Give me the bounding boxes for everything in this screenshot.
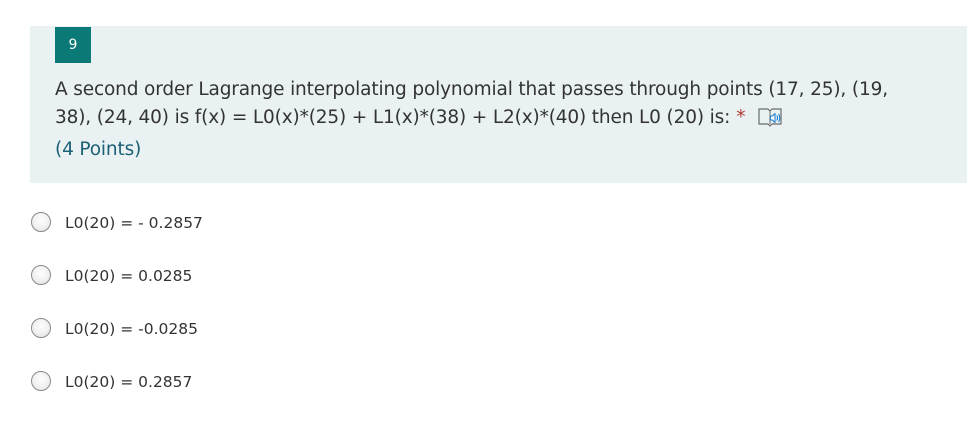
answer-option-label: L0(20) = 0.0285 [65, 267, 193, 285]
question-points: (4 Points) [55, 139, 142, 160]
radio-button[interactable] [31, 265, 51, 285]
answer-option-label: L0(20) = 0.2857 [65, 373, 193, 391]
radio-button[interactable] [31, 371, 51, 391]
answer-option[interactable]: L0(20) = -0.0285 [31, 318, 431, 344]
required-indicator: * [736, 107, 746, 128]
question-text-line-1: A second order Lagrange interpolating po… [55, 79, 888, 100]
answer-option[interactable]: L0(20) = - 0.2857 [31, 212, 431, 238]
answer-option-label: L0(20) = - 0.2857 [65, 214, 203, 232]
immersive-reader-icon[interactable] [757, 105, 783, 136]
answer-option[interactable]: L0(20) = 0.2857 [31, 371, 431, 397]
radio-button[interactable] [31, 318, 51, 338]
question-text-line-2: 38), (24, 40) is f(x) = L0(x)*(25) + L1(… [55, 107, 731, 128]
form-page: 9 A second order Lagrange interpolating … [0, 0, 973, 440]
radio-button[interactable] [31, 212, 51, 232]
answer-option[interactable]: L0(20) = 0.0285 [31, 265, 431, 291]
question-card: 9 A second order Lagrange interpolating … [30, 26, 967, 183]
question-text: A second order Lagrange interpolating po… [55, 76, 935, 164]
question-number-badge: 9 [55, 27, 91, 63]
answer-option-label: L0(20) = -0.0285 [65, 320, 198, 338]
